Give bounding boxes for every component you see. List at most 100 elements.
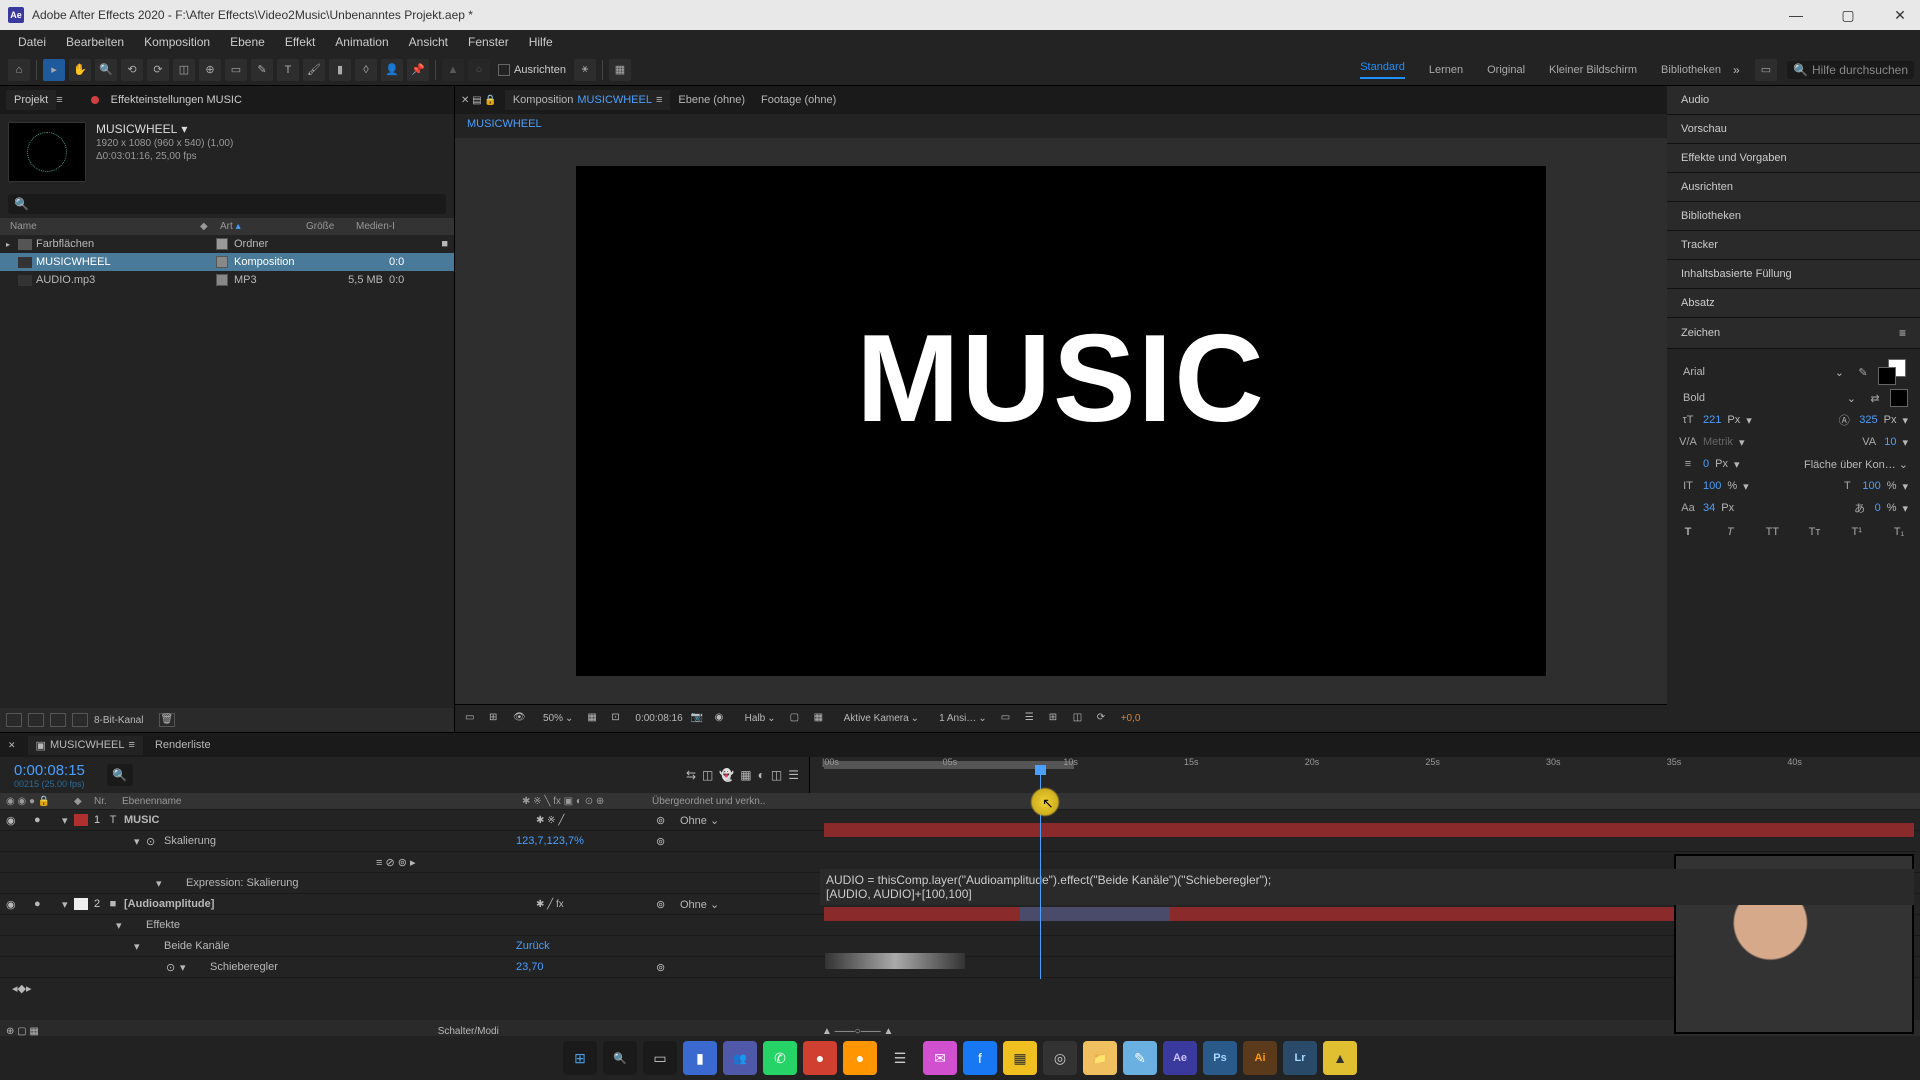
footage-viewer-tab[interactable]: Footage (ohne) — [753, 90, 844, 110]
rect-tool[interactable]: ▭ — [225, 59, 247, 81]
current-timecode[interactable]: 0:00:08:15 — [14, 762, 85, 779]
interpret-icon[interactable] — [6, 713, 22, 727]
hand-tool[interactable]: ✋ — [69, 59, 91, 81]
render-icon[interactable]: ⟳ — [1097, 712, 1113, 726]
sphere-tool[interactable]: ○ — [468, 59, 490, 81]
menu-animation[interactable]: Animation — [325, 31, 398, 53]
comp-mini-flow-icon[interactable]: ⇆ — [686, 768, 696, 782]
brainstorm-icon[interactable]: ☰ — [788, 768, 799, 782]
taskbar-obs[interactable]: ◎ — [1043, 1041, 1077, 1075]
expression-editor[interactable]: AUDIO = thisComp.layer("Audioamplitude")… — [820, 869, 1914, 905]
taskbar-photoshop[interactable]: Ps — [1203, 1041, 1237, 1075]
taskbar-messenger[interactable]: ✉ — [923, 1041, 957, 1075]
render-queue-tab[interactable]: Renderliste — [155, 739, 211, 751]
comp-flow-icon[interactable]: ◫ — [1073, 712, 1089, 726]
fast-preview-icon[interactable]: ⊡ — [611, 712, 627, 726]
brush-tool[interactable]: 🖌 — [303, 59, 325, 81]
exposure-value[interactable]: +0,0 — [1121, 713, 1141, 724]
taskbar-search[interactable]: 🔍 — [603, 1041, 637, 1075]
layer-viewer-tab[interactable]: Ebene (ohne) — [670, 90, 753, 110]
new-comp-icon[interactable] — [50, 713, 66, 727]
taskbar-start[interactable]: ⊞ — [563, 1041, 597, 1075]
project-item[interactable]: ▸FarbflächenOrdner■ — [0, 235, 454, 253]
tsume-value[interactable]: 0 — [1875, 502, 1881, 514]
minimize-button[interactable]: — — [1784, 3, 1808, 27]
next-keyframe-icon[interactable]: ▸ — [26, 982, 32, 995]
snapshot-icon[interactable]: 📷 — [691, 712, 707, 726]
taskbar-facebook[interactable]: f — [963, 1041, 997, 1075]
new-folder-icon[interactable] — [28, 713, 44, 727]
taskbar-lightroom[interactable]: Lr — [1283, 1041, 1317, 1075]
fast-draft-icon[interactable]: ☰ — [1025, 712, 1041, 726]
eraser-tool[interactable]: ◊ — [355, 59, 377, 81]
menu-ebene[interactable]: Ebene — [220, 31, 275, 53]
taskbar-taskview[interactable]: ▭ — [643, 1041, 677, 1075]
roi-icon[interactable]: ▢ — [790, 712, 806, 726]
orbit-tool[interactable]: ⟲ — [121, 59, 143, 81]
workspace-lernen[interactable]: Lernen — [1429, 64, 1463, 76]
kerning-value[interactable]: Metrik — [1703, 436, 1733, 448]
puppet-tool[interactable]: 📌 — [407, 59, 429, 81]
pan-behind-tool[interactable]: ⊕ — [199, 59, 221, 81]
taskbar-app-dark[interactable]: ☰ — [883, 1041, 917, 1075]
stamp-tool[interactable]: ▮ — [329, 59, 351, 81]
snap-checkbox[interactable]: Ausrichten — [492, 64, 572, 76]
taskbar-explorer[interactable]: ▮ — [683, 1041, 717, 1075]
taskbar-notepad[interactable]: ✎ — [1123, 1041, 1157, 1075]
mesh-tool[interactable]: ▲ — [442, 59, 464, 81]
zoom-dropdown[interactable]: 50% ⌄ — [537, 712, 579, 725]
menu-datei[interactable]: Datei — [8, 31, 56, 53]
stroke-style-dropdown[interactable]: Fläche über Kon… ⌄ — [1804, 458, 1908, 471]
stroke-width-value[interactable]: 0 — [1703, 458, 1709, 470]
panel-tracker[interactable]: Tracker — [1667, 231, 1920, 260]
trash-icon[interactable]: 🗑 — [159, 713, 175, 727]
no-color-swatch[interactable] — [1890, 389, 1908, 407]
add-keyframe-icon[interactable]: ◆ — [18, 982, 26, 995]
panel-vorschau[interactable]: Vorschau — [1667, 115, 1920, 144]
small-caps-icon[interactable]: Tт — [1806, 523, 1824, 541]
taskbar-app-red[interactable]: ● — [803, 1041, 837, 1075]
menu-ansicht[interactable]: Ansicht — [399, 31, 458, 53]
subscript-icon[interactable]: T₁ — [1890, 523, 1908, 541]
roto-tool[interactable]: 👤 — [381, 59, 403, 81]
tool-opt1[interactable]: ▦ — [609, 59, 631, 81]
always-preview-icon[interactable]: ▭ — [465, 712, 481, 726]
camera-dropdown[interactable]: Aktive Kamera ⌄ — [838, 712, 925, 725]
swap-colors-icon[interactable]: ⇄ — [1866, 389, 1884, 407]
project-item[interactable]: AUDIO.mp3MP35,5 MB0:0 — [0, 271, 454, 289]
taskbar-aftereffects[interactable]: Ae — [1163, 1041, 1197, 1075]
font-style-dropdown[interactable]: Bold⌄ — [1679, 390, 1860, 407]
switch-modes-label[interactable]: Schalter/Modi — [39, 1026, 499, 1037]
bit-depth-label[interactable]: 8-Bit-Kanal — [94, 715, 143, 726]
layer-row[interactable]: ◉● ▾ 1T MUSIC ✱ ※ ╱ ⊚ Ohne ⌄ — [0, 809, 1920, 830]
all-caps-icon[interactable]: TT — [1763, 523, 1781, 541]
taskbar-whatsapp[interactable]: ✆ — [763, 1041, 797, 1075]
zoom-tool[interactable]: 🔍 — [95, 59, 117, 81]
timeline-comp-tab[interactable]: ▣ MUSICWHEEL ≡ — [28, 736, 143, 755]
superscript-icon[interactable]: T¹ — [1848, 523, 1866, 541]
menu-komposition[interactable]: Komposition — [134, 31, 220, 53]
taskbar-illustrator[interactable]: Ai — [1243, 1041, 1277, 1075]
stroke-color-swatch[interactable] — [1878, 367, 1896, 385]
vert-scale-value[interactable]: 100 — [1703, 480, 1721, 492]
toggle-switches-icon[interactable]: ⊕ ▢ ▦ — [6, 1026, 39, 1037]
comp-viewer-tab[interactable]: Komposition MUSICWHEEL ≡ — [505, 90, 671, 110]
col-label[interactable]: ◆ — [196, 221, 216, 232]
maximize-button[interactable]: ▢ — [1836, 3, 1860, 27]
col-type[interactable]: Art ▴ — [216, 221, 302, 232]
views-dropdown[interactable]: 1 Ansi… ⌄ — [933, 712, 993, 725]
draft3d-icon[interactable]: ◫ — [702, 768, 713, 782]
taskbar-firefox[interactable]: ● — [843, 1041, 877, 1075]
leading-value[interactable]: 325 — [1859, 414, 1877, 426]
text-tool[interactable]: T — [277, 59, 299, 81]
menu-bearbeiten[interactable]: Bearbeiten — [56, 31, 134, 53]
pixel-aspect-icon[interactable]: ▭ — [1001, 712, 1017, 726]
transparency-grid-icon[interactable]: ⊞ — [489, 712, 505, 726]
menu-hilfe[interactable]: Hilfe — [519, 31, 563, 53]
col-name[interactable]: Name — [6, 221, 196, 232]
shy-icon[interactable]: 👻 — [719, 768, 734, 782]
flowchart-breadcrumb[interactable]: MUSICWHEEL — [455, 114, 1667, 138]
project-search-input[interactable]: 🔍 — [8, 194, 446, 214]
workspace-overflow[interactable]: » — [1733, 63, 1747, 77]
font-family-dropdown[interactable]: Arial⌄ — [1679, 364, 1848, 381]
